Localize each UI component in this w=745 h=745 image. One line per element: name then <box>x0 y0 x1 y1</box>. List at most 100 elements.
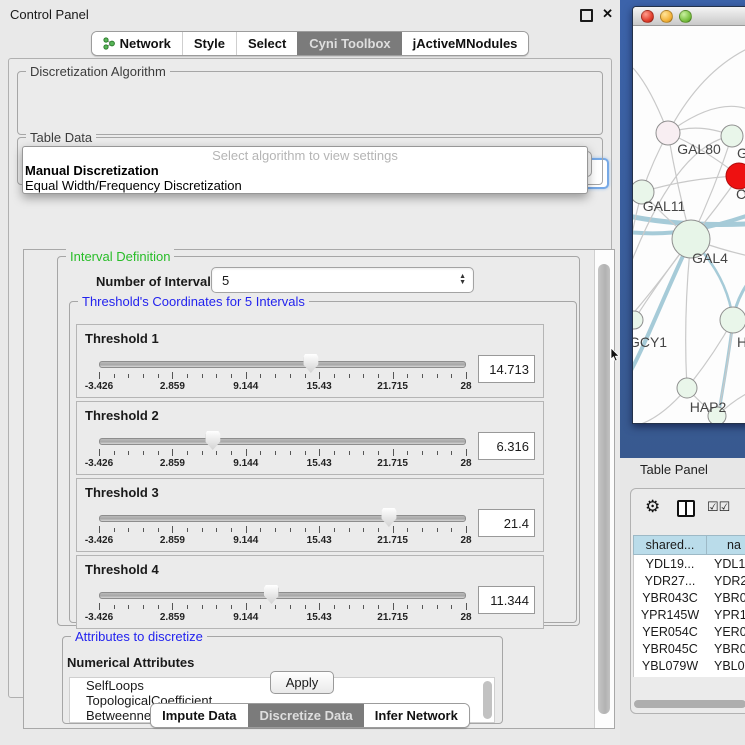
node-label: GA <box>737 145 745 161</box>
settings-scrollbar[interactable] <box>594 250 614 728</box>
tick-mark <box>422 528 423 532</box>
tick-mark <box>407 528 408 532</box>
cell-shared-name: YLR345W <box>634 676 706 678</box>
dropdown-item-manual-discretization[interactable]: Manual Discretization <box>23 163 587 178</box>
node-label: GAL11 <box>643 198 686 214</box>
tick-mark <box>202 528 203 532</box>
traffic-light-close[interactable] <box>641 10 654 23</box>
network-desktop: GAL80GACGAL11GAL4GCY1HAHAP2 <box>620 0 745 458</box>
column-header-shared-name[interactable]: shared... <box>633 535 707 555</box>
control-panel: Control Panel ✕ Network Style Select <box>0 0 620 745</box>
threshold-slider[interactable]: -3.4262.8599.14415.4321.71528 <box>99 506 466 548</box>
app-screen: Control Panel ✕ Network Style Select <box>0 0 745 745</box>
cell-shared-name: YBL079W <box>634 659 706 673</box>
slider-handle[interactable] <box>264 585 279 604</box>
tab-select[interactable]: Select <box>236 32 297 55</box>
close-icon[interactable]: ✕ <box>602 6 613 22</box>
tab-discretize-data[interactable]: Discretize Data <box>248 704 364 727</box>
network-edge[interactable] <box>668 44 745 133</box>
network-edge[interactable] <box>633 239 691 374</box>
threshold-panel: Threshold 4-3.4262.8599.14415.4321.71528… <box>76 555 544 629</box>
tab-impute-data[interactable]: Impute Data <box>151 704 247 727</box>
network-node[interactable] <box>633 311 643 329</box>
network-node[interactable] <box>720 307 745 333</box>
tab-network[interactable]: Network <box>92 32 182 55</box>
table-row[interactable]: YBR043CYBR0 <box>634 589 745 606</box>
checkbox-icons[interactable]: ☑☑ <box>707 499 730 515</box>
tick-mark <box>393 526 394 533</box>
tick-mark <box>378 605 379 609</box>
scrollbar-thumb[interactable] <box>598 264 610 714</box>
threshold-slider[interactable]: -3.4262.8599.14415.4321.71528 <box>99 583 466 625</box>
threshold-slider[interactable]: -3.4262.8599.14415.4321.71528 <box>99 429 466 471</box>
tick-mark <box>172 372 173 379</box>
table-row[interactable]: YBL079WYBL0 <box>634 657 745 674</box>
network-graph-canvas[interactable]: GAL80GACGAL11GAL4GCY1HAHAP2 <box>633 26 745 424</box>
tab-jactivemnodules[interactable]: jActiveMNodules <box>402 32 529 55</box>
cell-shared-name: YER054C <box>634 625 706 639</box>
top-tab-group: Network Style Select Cyni Toolbox jActiv… <box>91 31 530 56</box>
gear-icon[interactable]: ⚙ <box>645 497 660 517</box>
threshold-value-field[interactable]: 11.344 <box>478 586 535 614</box>
traffic-light-minimize[interactable] <box>660 10 673 23</box>
tick-label: 2.859 <box>160 535 185 546</box>
columns-icon[interactable] <box>677 500 695 517</box>
tick-mark <box>349 451 350 455</box>
slider-track <box>99 592 466 599</box>
tick-mark <box>275 605 276 609</box>
table-horizontal-scrollbar[interactable] <box>634 700 745 708</box>
traffic-light-zoom[interactable] <box>679 10 692 23</box>
num-intervals-combobox[interactable]: 5 ▲▼ <box>211 267 474 293</box>
table-row[interactable]: YER054CYER0 <box>634 623 745 640</box>
threshold-slider[interactable]: -3.4262.8599.14415.4321.71528 <box>99 352 466 394</box>
threshold-value-field[interactable]: 14.713 <box>478 355 535 383</box>
tick-mark <box>466 449 467 456</box>
apply-button[interactable]: Apply <box>270 671 334 694</box>
tick-mark <box>363 451 364 455</box>
dropdown-item-equal-width-frequency[interactable]: Equal Width/Frequency Discretization <box>23 178 587 193</box>
slider-handle[interactable] <box>205 431 220 450</box>
group-title: Discretization Algorithm <box>26 64 170 79</box>
tick-mark <box>187 528 188 532</box>
float-panel-icon[interactable] <box>580 9 593 22</box>
network-view-window[interactable]: GAL80GACGAL11GAL4GCY1HAHAP2 <box>632 6 745 424</box>
table-row[interactable]: YPR145WYPR1 <box>634 606 745 623</box>
node-label: HAP2 <box>690 399 727 415</box>
table-row[interactable]: YDR27...YDR2 <box>634 572 745 589</box>
tab-cyni-toolbox[interactable]: Cyni Toolbox <box>297 32 401 55</box>
network-edge[interactable] <box>686 239 691 388</box>
tab-style[interactable]: Style <box>182 32 236 55</box>
table-row[interactable]: YDL19...YDL1 <box>634 555 745 572</box>
tab-infer-network[interactable]: Infer Network <box>364 704 469 727</box>
slider-track <box>99 515 466 522</box>
tick-mark <box>407 605 408 609</box>
slider-handle[interactable] <box>381 508 396 527</box>
settings-scroll-pane: Interval Definition Number of Intervals … <box>23 249 615 729</box>
tick-mark <box>466 603 467 610</box>
tick-mark <box>158 374 159 378</box>
threshold-panel: Threshold 3-3.4262.8599.14415.4321.71528… <box>76 478 544 552</box>
group-title: Interval Definition <box>66 249 174 264</box>
tick-mark <box>437 451 438 455</box>
network-edge[interactable] <box>642 176 739 192</box>
group-title: Threshold's Coordinates for 5 Intervals <box>78 294 309 309</box>
network-node[interactable] <box>677 378 697 398</box>
table-row[interactable]: YLR345WYLR3 <box>634 674 745 677</box>
slider-ticks <box>99 449 466 457</box>
tick-label: 15.43 <box>307 458 332 469</box>
network-icon <box>103 37 115 50</box>
tick-mark <box>216 451 217 455</box>
table-row[interactable]: YBR045CYBR0 <box>634 640 745 657</box>
threshold-value-field[interactable]: 21.4 <box>478 509 535 537</box>
tick-mark <box>187 374 188 378</box>
tick-label: 15.43 <box>307 381 332 392</box>
threshold-value-field[interactable]: 6.316 <box>478 432 535 460</box>
slider-handle[interactable] <box>303 354 318 373</box>
network-node[interactable] <box>721 125 743 147</box>
slider-ticks <box>99 526 466 534</box>
discretization-algorithm-group: Discretization Algorithm <box>17 71 603 135</box>
num-intervals-label: Number of Intervals <box>96 274 218 289</box>
tick-mark <box>260 528 261 532</box>
column-header-name[interactable]: na <box>707 535 745 555</box>
tick-mark <box>216 605 217 609</box>
